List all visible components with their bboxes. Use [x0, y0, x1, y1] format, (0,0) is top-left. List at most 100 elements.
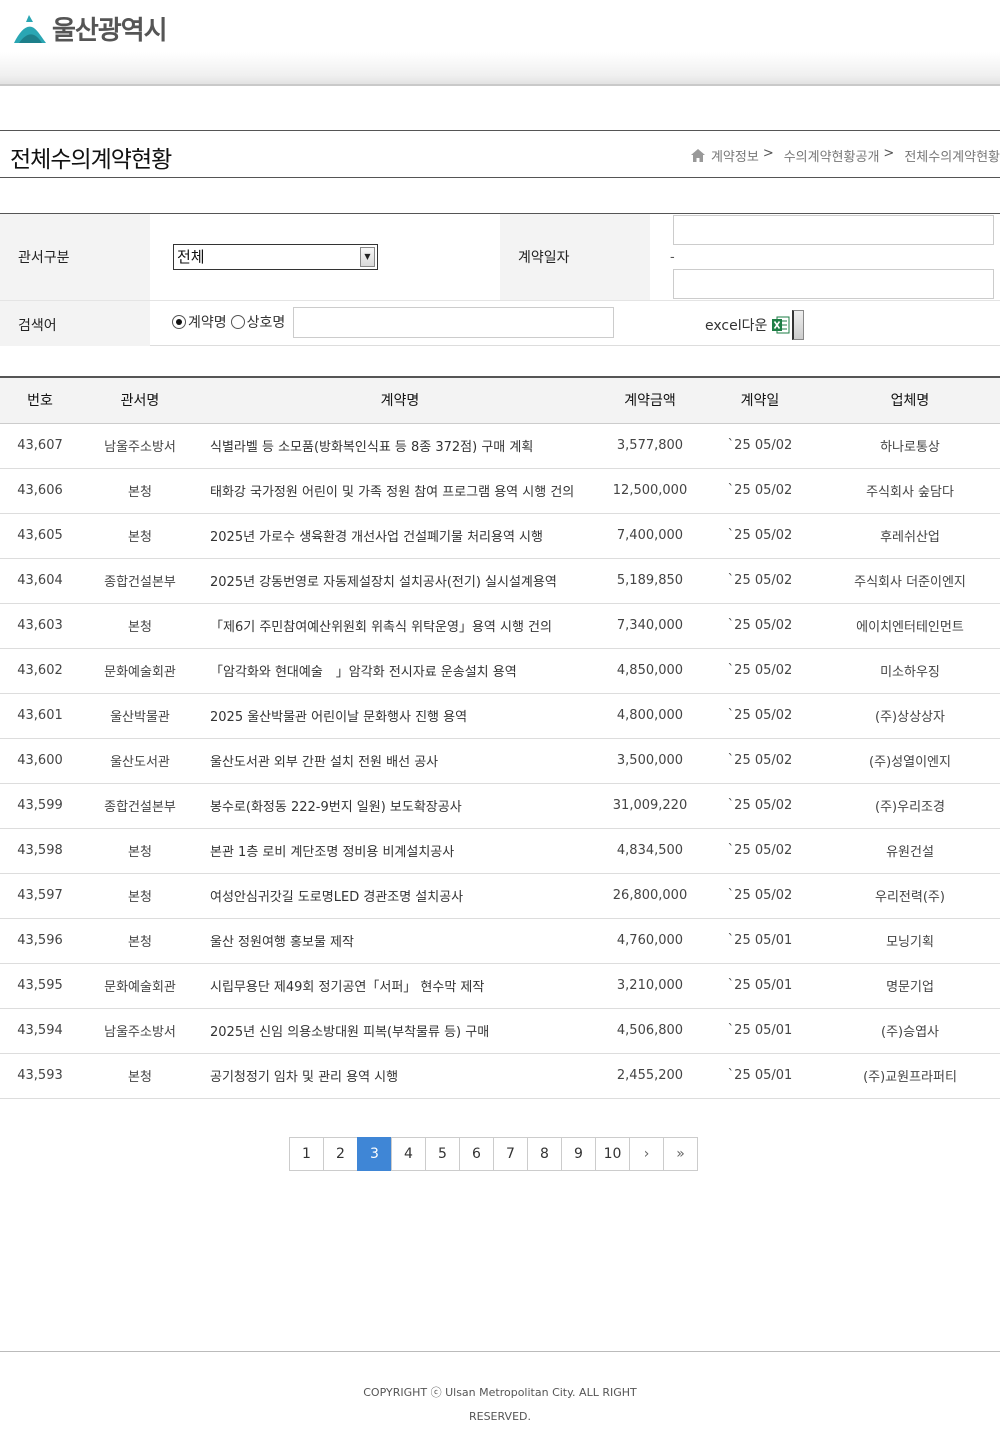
- cell-amount: 2,455,200: [600, 1053, 700, 1099]
- logo-text: 울산광역시: [52, 16, 168, 46]
- date-start-input[interactable]: [673, 215, 994, 245]
- cell-department: 종합건설본부: [80, 558, 200, 604]
- cell-company: (주)교원프라퍼티: [820, 1053, 1000, 1099]
- cell-department: 본청: [80, 513, 200, 559]
- cell-company: (주)성열이엔지: [820, 738, 1000, 784]
- cell-contract-name[interactable]: 식별라벨 등 소모품(방화복인식표 등 8종 372점) 구매 계획: [200, 423, 600, 469]
- page-7-button[interactable]: 7: [493, 1137, 528, 1171]
- site-header: 울산광역시: [0, 0, 1000, 86]
- cell-amount: 4,760,000: [600, 918, 700, 964]
- cell-contract-name[interactable]: 여성안심귀갓길 도로명LED 경관조명 설치공사: [200, 873, 600, 919]
- cell-contract-name[interactable]: 「제6기 주민참여예산위원회 위촉식 위탁운영」용역 시행 건의: [200, 603, 600, 649]
- cell-contract-name[interactable]: 울산도서관 외부 간판 설치 전원 배선 공사: [200, 738, 600, 784]
- cell-department: 문화예술회관: [80, 648, 200, 694]
- cell-contract-name[interactable]: 2025년 신임 의용소방대원 피복(부착물류 등) 구매: [200, 1008, 600, 1054]
- cell-amount: 7,400,000: [600, 513, 700, 559]
- breadcrumb-item[interactable]: 계약정보: [711, 146, 759, 165]
- page-4-button[interactable]: 4: [391, 1137, 426, 1171]
- cell-department: 울산박물관: [80, 693, 200, 739]
- date-separator: -: [670, 250, 675, 265]
- table-row[interactable]: 43,598 본청 본관 1층 로비 계단조명 정비용 비계설치공사 4,834,50…: [0, 828, 1000, 874]
- cell-department: 본청: [80, 828, 200, 874]
- table-row[interactable]: 43,600 울산도서관 울산도서관 외부 간판 설치 전원 배선 공사 3,500,…: [0, 738, 1000, 784]
- cell-date: `25 05/01: [700, 1053, 820, 1099]
- pagination: 1 2 3 4 5 6 7 8 9 10 ›»: [289, 1137, 698, 1171]
- radio-contract-name-label[interactable]: 계약명: [188, 312, 227, 332]
- table-row[interactable]: 43,599 종합건설본부 봉수로(화정동 222-9번지 일원) 보도확장공사 31…: [0, 783, 1000, 829]
- date-end-input[interactable]: [673, 269, 994, 299]
- radio-company-name-label[interactable]: 상호명: [247, 312, 286, 332]
- page-9-button[interactable]: 9: [561, 1137, 596, 1171]
- table-row[interactable]: 43,605 본청 2025년 가로수 생육환경 개선사업 건설폐기물 처리용역 시…: [0, 513, 1000, 559]
- cell-date: `25 05/02: [700, 423, 820, 469]
- cell-amount: 3,500,000: [600, 738, 700, 784]
- breadcrumb-item[interactable]: 수의계약현황공개: [784, 146, 880, 165]
- chevron-down-icon[interactable]: ▼: [360, 247, 375, 267]
- cell-contract-name[interactable]: 시립무용단 제49회 정기공연「서퍼」 현수막 제작: [200, 963, 600, 1009]
- cell-date: `25 05/01: [700, 963, 820, 1009]
- table-row[interactable]: 43,604 종합건설본부 2025년 강동번영로 자동제설장치 설치공사(전기) …: [0, 558, 1000, 604]
- cell-contract-name[interactable]: 「암각화와 현대예술 」암각화 전시자료 운송설치 용역: [200, 648, 600, 694]
- table-row[interactable]: 43,606 본청 태화강 국가정원 어린이 및 가족 정원 참여 프로그램 용역 …: [0, 468, 1000, 514]
- cell-department: 남울주소방서: [80, 423, 200, 469]
- table-row[interactable]: 43,597 본청 여성안심귀갓길 도로명LED 경관조명 설치공사 26,800,0…: [0, 873, 1000, 919]
- page-3-button[interactable]: 3: [357, 1137, 392, 1171]
- table-row[interactable]: 43,602 문화예술회관 「암각화와 현대예술 」암각화 전시자료 운송설치 용역…: [0, 648, 1000, 694]
- cell-amount: 3,577,800: [600, 423, 700, 469]
- header-contract-name: 계약명: [200, 376, 600, 424]
- table-row[interactable]: 43,601 울산박물관 2025 울산박물관 어린이날 문화행사 진행 용역 4,8…: [0, 693, 1000, 739]
- page-1-button[interactable]: 1: [289, 1137, 324, 1171]
- next-page-icon[interactable]: ›: [629, 1137, 664, 1171]
- cell-contract-name[interactable]: 본관 1층 로비 계단조명 정비용 비계설치공사: [200, 828, 600, 874]
- cell-company: 유원건설: [820, 828, 1000, 874]
- table-row[interactable]: 43,594 남울주소방서 2025년 신임 의용소방대원 피복(부착물류 등) 구…: [0, 1008, 1000, 1054]
- cell-contract-name[interactable]: 봉수로(화정동 222-9번지 일원) 보도확장공사: [200, 783, 600, 829]
- radio-contract-name[interactable]: [172, 315, 186, 329]
- cell-amount: 31,009,220: [600, 783, 700, 829]
- cell-contract-name[interactable]: 공기청정기 임차 및 관리 용역 시행: [200, 1053, 600, 1099]
- logo[interactable]: 울산광역시: [10, 10, 168, 47]
- cell-date: `25 05/02: [700, 513, 820, 559]
- page-6-button[interactable]: 6: [459, 1137, 494, 1171]
- last-page-icon[interactable]: »: [663, 1137, 698, 1171]
- table-row[interactable]: 43,595 문화예술회관 시립무용단 제49회 정기공연「서퍼」 현수막 제작 3,…: [0, 963, 1000, 1009]
- cell-date: `25 05/02: [700, 648, 820, 694]
- table-header-row: 번호 관서명 계약명 계약금액 계약일 업체명: [0, 376, 1000, 424]
- department-select[interactable]: 전체 ▼: [173, 244, 378, 270]
- cell-contract-name[interactable]: 2025 울산박물관 어린이날 문화행사 진행 용역: [200, 693, 600, 739]
- page-10-button[interactable]: 10: [595, 1137, 630, 1171]
- header-number: 번호: [0, 376, 80, 424]
- cell-number: 43,595: [0, 963, 80, 1009]
- cell-date: `25 05/02: [700, 873, 820, 919]
- page-8-button[interactable]: 8: [527, 1137, 562, 1171]
- radio-company-name[interactable]: [230, 315, 245, 329]
- cell-company: 하나로통상: [820, 423, 1000, 469]
- cell-contract-name[interactable]: 2025년 가로수 생육환경 개선사업 건설폐기물 처리용역 시행: [200, 513, 600, 559]
- table-body: 43,607 남울주소방서 식별라벨 등 소모품(방화복인식표 등 8종 372점)…: [0, 423, 1000, 1099]
- excel-download-button[interactable]: excel다운: [705, 310, 805, 340]
- keyword-input[interactable]: [293, 307, 614, 338]
- cell-contract-name[interactable]: 태화강 국가정원 어린이 및 가족 정원 참여 프로그램 용역 시행 건의: [200, 468, 600, 514]
- department-selected-value: 전체: [177, 248, 205, 266]
- table-row[interactable]: 43,603 본청 「제6기 주민참여예산위원회 위촉식 위탁운영」용역 시행 건의…: [0, 603, 1000, 649]
- cell-department: 본청: [80, 873, 200, 919]
- table-row[interactable]: 43,593 본청 공기청정기 임차 및 관리 용역 시행 2,455,200 `25 …: [0, 1053, 1000, 1099]
- page-2-button[interactable]: 2: [323, 1137, 358, 1171]
- cell-company: 명문기업: [820, 963, 1000, 1009]
- table-row[interactable]: 43,607 남울주소방서 식별라벨 등 소모품(방화복인식표 등 8종 372점)…: [0, 423, 1000, 469]
- breadcrumb-item[interactable]: 전체수의계약현황: [904, 146, 1000, 165]
- cell-department: 본청: [80, 1053, 200, 1099]
- cell-date: `25 05/02: [700, 603, 820, 649]
- header-amount: 계약금액: [600, 376, 700, 424]
- table-row[interactable]: 43,596 본청 울산 정원여행 홍보물 제작 4,760,000 `25 05/01…: [0, 918, 1000, 964]
- page-5-button[interactable]: 5: [425, 1137, 460, 1171]
- cell-company: 모닝기획: [820, 918, 1000, 964]
- cell-contract-name[interactable]: 2025년 강동번영로 자동제설장치 설치공사(전기) 실시설계용역: [200, 558, 600, 604]
- breadcrumb: 계약정보 > 수의계약현황공개 > 전체수의계약현황: [690, 146, 1000, 165]
- department-label: 관서구분: [0, 214, 150, 300]
- home-icon[interactable]: [690, 149, 705, 162]
- excel-button-edge[interactable]: [792, 310, 805, 340]
- cell-contract-name[interactable]: 울산 정원여행 홍보물 제작: [200, 918, 600, 964]
- cell-company: (주)승엽사: [820, 1008, 1000, 1054]
- cell-amount: 5,189,850: [600, 558, 700, 604]
